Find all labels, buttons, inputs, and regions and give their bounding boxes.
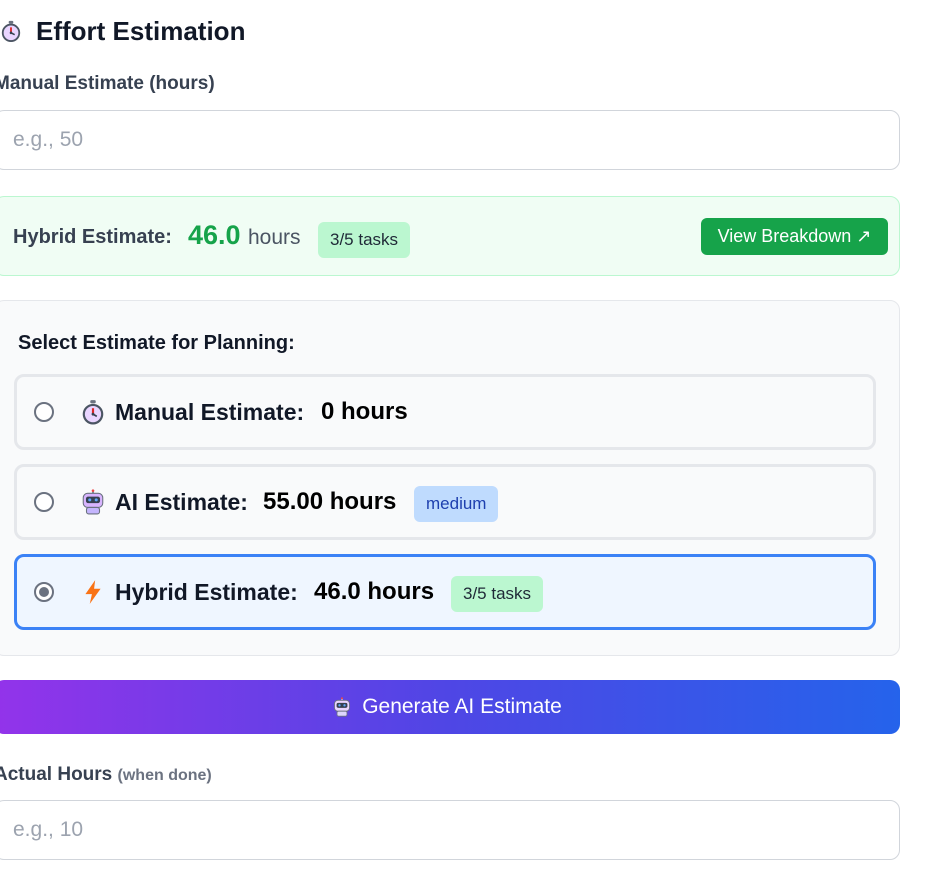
section-title: Effort Estimation <box>0 14 245 48</box>
manual-estimate-input[interactable] <box>0 110 900 170</box>
hybrid-estimate-banner: Hybrid Estimate: 46.0 hours 3/5 tasks Vi… <box>0 196 900 276</box>
option-label: Manual Estimate: <box>115 399 305 425</box>
option-value: 55.00 hours <box>263 488 397 515</box>
option-ai-estimate[interactable]: AI Estimate: 55.00 hours medium <box>14 464 876 540</box>
radio-button[interactable] <box>34 492 54 512</box>
actual-hours-label: Actual Hours (when done) <box>0 764 212 786</box>
stopwatch-icon <box>1 20 21 42</box>
actual-hours-label-text: Actual Hours <box>0 764 113 785</box>
option-value: 0 hours <box>321 398 408 425</box>
option-label: Hybrid Estimate: <box>115 579 298 605</box>
generate-ai-estimate-button[interactable]: Generate AI Estimate <box>0 680 900 734</box>
radio-button[interactable] <box>34 582 54 602</box>
manual-estimate-label: Manual Estimate (hours) <box>0 73 215 94</box>
section-title-text: Effort Estimation <box>36 15 246 46</box>
hybrid-estimate-label: Hybrid Estimate: <box>13 226 172 248</box>
task-coverage-badge: 3/5 tasks <box>318 222 411 258</box>
hybrid-estimate-unit: hours <box>248 226 301 249</box>
stopwatch-icon <box>82 400 104 425</box>
task-coverage-badge: 3/5 tasks <box>451 576 544 612</box>
hybrid-estimate-value: 46.0 <box>188 220 241 250</box>
actual-hours-input[interactable] <box>0 800 900 860</box>
option-label: AI Estimate: <box>115 489 248 515</box>
estimate-selection-title: Select Estimate for Planning: <box>18 332 295 354</box>
view-breakdown-button[interactable]: View Breakdown ↗ <box>701 218 888 255</box>
option-hybrid-estimate[interactable]: Hybrid Estimate: 46.0 hours 3/5 tasks <box>14 554 876 630</box>
confidence-badge: medium <box>414 486 499 522</box>
robot-icon <box>334 697 351 717</box>
actual-hours-hint: (when done) <box>117 767 212 784</box>
option-manual-estimate[interactable]: Manual Estimate: 0 hours <box>14 374 876 450</box>
robot-icon <box>82 489 104 515</box>
generate-button-label: Generate AI Estimate <box>362 695 562 718</box>
lightning-icon <box>85 580 101 604</box>
option-value: 46.0 hours <box>314 578 435 605</box>
estimate-selection-panel: Select Estimate for Planning: Manual Est… <box>0 300 900 656</box>
radio-button[interactable] <box>34 402 54 422</box>
